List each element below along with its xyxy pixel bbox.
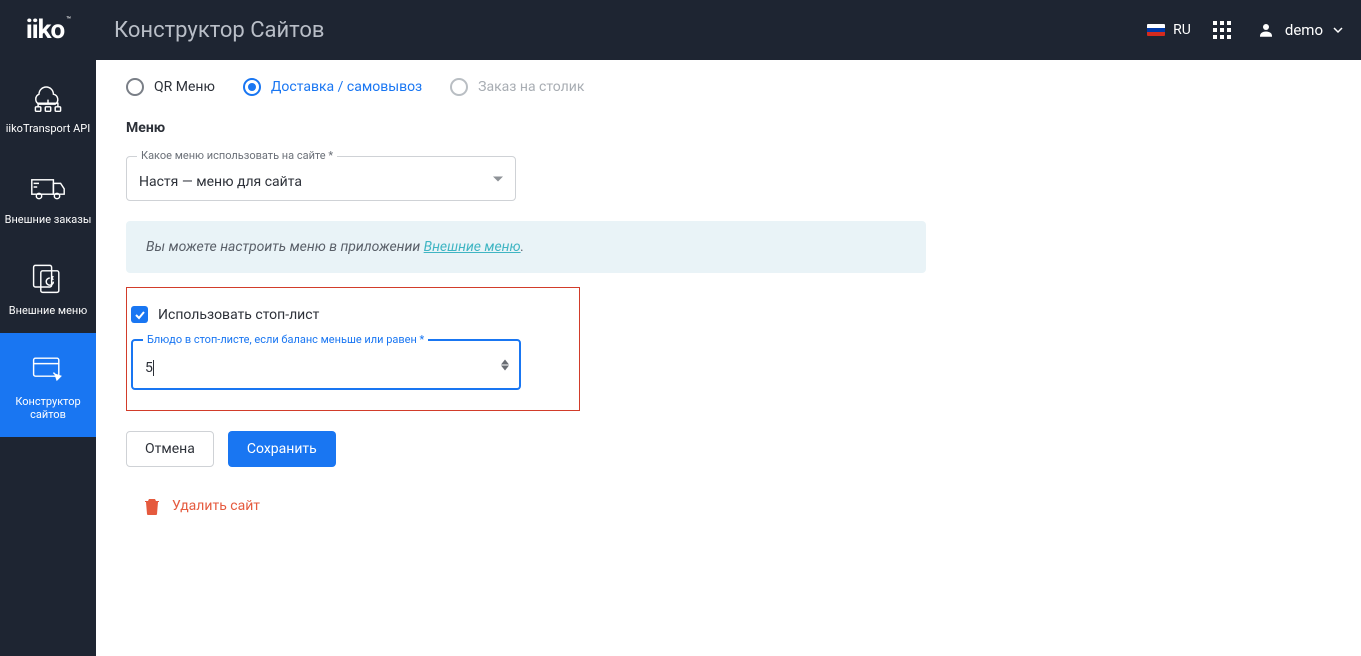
info-banner-text: Вы можете настроить меню в приложении (146, 239, 424, 255)
stoplist-checkbox[interactable]: Использовать стоп-лист (131, 306, 561, 323)
tab-label: Заказ на столик (478, 79, 584, 95)
save-button[interactable]: Сохранить (228, 431, 336, 467)
apps-grid-icon[interactable] (1213, 21, 1231, 39)
sidebar-item-label: Конструктор сайтов (4, 395, 92, 421)
stepper-down-icon[interactable] (501, 365, 509, 370)
info-banner: Вы можете настроить меню в приложении Вн… (126, 221, 926, 273)
logo-cell: iiko™ (0, 0, 96, 60)
sidebar-item-site-builder[interactable]: Конструктор сайтов (0, 333, 96, 437)
sidebar-item-transport-api[interactable]: iikoTransport API (0, 60, 96, 151)
stoplist-threshold-label: Блюдо в стоп-листе, если баланс меньше и… (143, 333, 428, 346)
radio-icon (126, 78, 144, 96)
menu-select-label: Какое меню использовать на сайте * (137, 149, 337, 162)
scroll-area[interactable]: QR Меню Доставка / самовывоз Заказ на ст… (96, 60, 1361, 656)
highlight-box: Использовать стоп-лист Блюдо в стоп-лист… (126, 287, 580, 411)
action-buttons: Отмена Сохранить (126, 431, 1026, 467)
language-label: RU (1173, 22, 1191, 38)
sidebar-item-label: iikoTransport API (6, 122, 91, 135)
text-cursor (153, 360, 154, 376)
language-switch[interactable]: RU (1147, 22, 1191, 38)
page-title: Конструктор Сайтов (114, 18, 324, 43)
tabs: QR Меню Доставка / самовывоз Заказ на ст… (126, 78, 1026, 96)
main: QR Меню Доставка / самовывоз Заказ на ст… (96, 60, 1361, 656)
section-title-menu: Меню (126, 120, 1026, 136)
stoplist-threshold-field[interactable]: Блюдо в стоп-листе, если баланс меньше и… (131, 339, 521, 390)
user-menu[interactable]: demo (1257, 21, 1343, 39)
tab-delivery[interactable]: Доставка / самовывоз (243, 78, 422, 96)
tab-qr-menu[interactable]: QR Меню (126, 78, 215, 96)
menu-select[interactable]: Какое меню использовать на сайте * Настя… (126, 156, 516, 201)
checkbox-checked-icon (131, 306, 148, 323)
external-menus-link[interactable]: Внешние меню (424, 239, 521, 255)
sidebar-item-external-orders[interactable]: Внешние заказы (0, 151, 96, 242)
chevron-down-icon (1333, 25, 1343, 35)
tab-label: Доставка / самовывоз (271, 79, 422, 95)
cloud-api-icon (26, 78, 70, 114)
topbar: iiko™ Конструктор Сайтов RU demo (0, 0, 1361, 60)
tab-label: QR Меню (154, 79, 215, 95)
dropdown-caret-icon (493, 176, 503, 181)
menu-select-value: Настя — меню для сайта (139, 174, 302, 190)
stepper-up-icon[interactable] (501, 359, 509, 364)
user-icon (1257, 21, 1275, 39)
tab-table-order: Заказ на столик (450, 78, 584, 96)
docs-sync-icon (26, 260, 70, 296)
cancel-button[interactable]: Отмена (126, 431, 214, 467)
site-builder-icon (26, 351, 70, 387)
user-name: demo (1285, 21, 1323, 39)
number-stepper[interactable] (501, 359, 509, 370)
stoplist-checkbox-label: Использовать стоп-лист (158, 307, 319, 323)
logo: iiko™ (26, 15, 70, 45)
truck-icon (26, 169, 70, 205)
delete-site-button[interactable]: Удалить сайт (144, 497, 1026, 515)
radio-icon (450, 78, 468, 96)
radio-icon (243, 78, 261, 96)
sidebar-item-label: Внешние меню (9, 304, 88, 317)
sidebar-item-label: Внешние заказы (5, 213, 92, 226)
trash-icon (144, 497, 160, 515)
sidebar-item-external-menus[interactable]: Внешние меню (0, 242, 96, 333)
flag-ru-icon (1147, 24, 1165, 36)
sidebar: iikoTransport API Внешние заказы Внешние… (0, 60, 96, 656)
stoplist-threshold-value: 5 (145, 360, 154, 376)
delete-site-label: Удалить сайт (172, 498, 260, 514)
